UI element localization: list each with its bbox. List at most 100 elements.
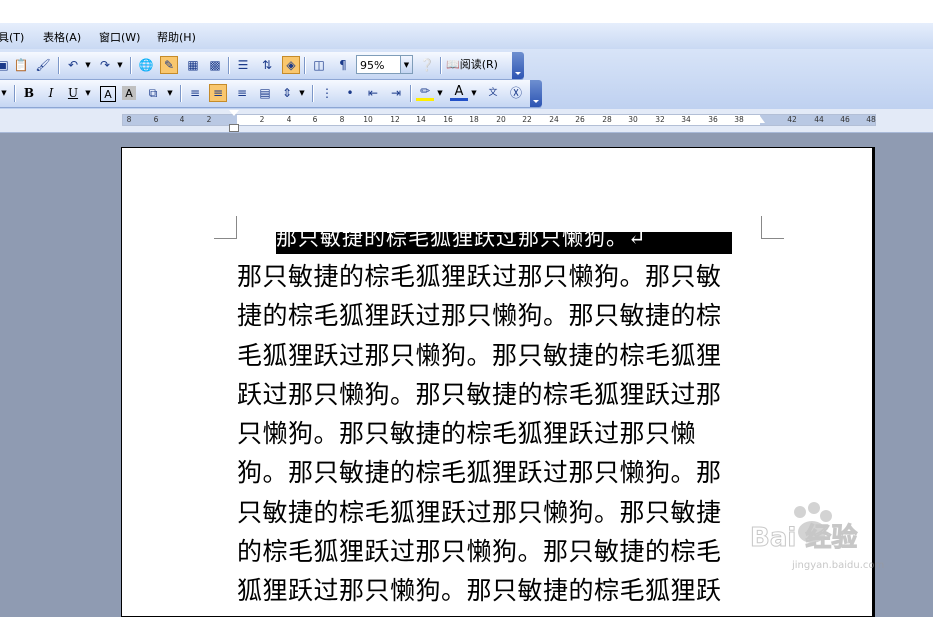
columns-icon[interactable]: ☰ — [234, 56, 252, 74]
right-indent-marker[interactable] — [755, 116, 765, 123]
insert-excel-icon[interactable]: ▩ — [206, 56, 224, 74]
insert-table-icon[interactable]: ▦ — [184, 56, 202, 74]
watermark-url: jingyan.baidu.com — [791, 560, 884, 571]
toolbar-options-icon[interactable] — [530, 80, 542, 107]
paragraph-marks-icon[interactable]: ¶ — [334, 56, 352, 74]
menu-table[interactable]: 表格(A) — [43, 29, 81, 45]
show-formatting-icon[interactable]: ◫ — [310, 56, 328, 74]
phonetic-guide-icon[interactable]: 文 — [484, 84, 502, 102]
book-icon: 📖 — [446, 58, 460, 71]
redo-dropdown-icon[interactable]: ▼ — [116, 56, 124, 74]
text-line: 跃过那只懒狗。那只敏捷的棕毛狐狸跃过那 — [237, 379, 722, 409]
undo-icon[interactable]: ↶ — [64, 56, 82, 74]
window-top-strip — [0, 0, 933, 23]
ruler-tick: 18 — [469, 115, 479, 124]
print-preview-icon[interactable]: ▣ — [0, 56, 12, 74]
ruler-tick: 48 — [866, 115, 876, 124]
format-painter-icon[interactable]: 🖌 — [34, 56, 52, 74]
margin-corner-top-right — [761, 216, 784, 239]
numbering-icon[interactable]: ⋮ — [318, 84, 336, 102]
enclose-characters-icon[interactable]: Ⓧ — [507, 84, 525, 102]
underline-button[interactable]: U — [64, 84, 82, 102]
underline-dropdown-icon[interactable]: ▼ — [84, 84, 92, 102]
ruler-tick: 8 — [126, 115, 132, 124]
highlight-dropdown-icon[interactable]: ▼ — [436, 84, 444, 102]
menu-help[interactable]: 帮助(H) — [157, 29, 196, 45]
text-line: 只敏捷的棕毛狐狸跃过那只懒狗。那只敏捷 — [237, 497, 722, 527]
paw-logo-icon: Bai 经验 jingyan.baidu.com — [750, 502, 884, 571]
char-shading-button[interactable]: A — [122, 86, 136, 100]
toolbar-separator — [228, 57, 230, 74]
justify-icon[interactable]: ▤ — [256, 84, 274, 102]
ruler-tick: 2 — [259, 115, 265, 124]
char-scale-icon[interactable]: ⧉ — [144, 84, 162, 102]
ruler-tick: 38 — [734, 115, 744, 124]
first-line-indent-marker[interactable] — [229, 110, 239, 116]
toolbar-separator — [58, 57, 60, 74]
ruler-tick: 2 — [206, 115, 212, 124]
line-spacing-dropdown-icon[interactable]: ▼ — [298, 84, 306, 102]
font-color-dropdown-icon[interactable]: ▼ — [470, 84, 478, 102]
toolbar-separator — [130, 57, 132, 74]
read-label: 阅读(R) — [459, 58, 498, 71]
ruler-tick: 12 — [390, 115, 400, 124]
bullets-icon[interactable]: • — [341, 84, 359, 102]
ruler-tick: 10 — [363, 115, 373, 124]
align-left-icon[interactable]: ≡ — [186, 84, 204, 102]
ruler-tick: 32 — [655, 115, 665, 124]
document-map-icon[interactable]: ◈ — [282, 56, 300, 74]
help-icon[interactable]: ❔ — [418, 56, 436, 74]
text-line: 毛狐狸跃过那只懒狗。那只敏捷的棕毛狐狸 — [237, 340, 722, 370]
ruler-tick: 44 — [814, 115, 824, 124]
redo-icon[interactable]: ↷ — [96, 56, 114, 74]
hyperlink-icon[interactable]: 🌐 — [137, 56, 155, 74]
margin-corner-top-left — [214, 216, 237, 239]
toolbar-separator — [304, 57, 306, 74]
ruler-tick: 20 — [496, 115, 506, 124]
text-line: 狗。那只敏捷的棕毛狐狸跃过那只懒狗。那 — [237, 458, 722, 488]
highlight-icon[interactable]: ✏ — [416, 84, 434, 101]
increase-indent-icon[interactable]: ⇥ — [387, 84, 405, 102]
font-size-dropdown-icon[interactable]: ▼ — [0, 84, 8, 102]
font-color-button[interactable]: A — [450, 84, 468, 101]
drawing-icon[interactable]: ⇅ — [258, 56, 276, 74]
tables-borders-icon[interactable]: ✎ — [160, 56, 178, 74]
align-center-icon[interactable]: ≡ — [209, 84, 227, 102]
bold-button[interactable]: B — [20, 84, 38, 102]
undo-dropdown-icon[interactable]: ▼ — [84, 56, 92, 74]
zoom-dropdown-icon[interactable]: ▼ — [400, 55, 413, 74]
ruler-tick: 24 — [549, 115, 559, 124]
text-line: 的棕毛狐狸跃过那只懒狗。那只敏捷的棕毛 — [237, 537, 722, 567]
char-border-button[interactable]: A — [100, 86, 116, 102]
ruler-tick: 16 — [443, 115, 453, 124]
text-line: 那只敏捷的棕毛狐狸跃过那只懒狗。那只敏 — [237, 262, 722, 291]
toolbar-options-icon[interactable] — [512, 52, 524, 79]
decrease-indent-icon[interactable]: ⇤ — [364, 84, 382, 102]
ruler-tick: 28 — [602, 115, 612, 124]
ruler-tick: 8 — [339, 115, 345, 124]
toolbar-separator — [440, 57, 442, 74]
toolbar-separator — [312, 85, 314, 102]
ruler-tick: 36 — [708, 115, 718, 124]
ruler-tick: 26 — [575, 115, 585, 124]
italic-button[interactable]: I — [42, 84, 60, 102]
document-body[interactable]: 那只敏捷的棕毛狐狸跃过那只懒狗。那只敏 捷的棕毛狐狸跃过那只懒狗。那只敏捷的棕 … — [237, 257, 767, 611]
ruler-tick: 34 — [681, 115, 691, 124]
toolbar-separator — [180, 85, 182, 102]
menu-window[interactable]: 窗口(W) — [99, 29, 140, 45]
char-scale-dropdown-icon[interactable]: ▼ — [166, 84, 174, 102]
selected-heading[interactable]: 那只敏捷的棕毛狐狸跃过那只懒狗。↵ — [276, 232, 732, 254]
ruler-tick: 14 — [416, 115, 426, 124]
standard-toolbar: ▣ 📋 🖌 ↶ ▼ ↷ ▼ 🌐 ✎ ▦ ▩ ☰ ⇅ ◈ ◫ ¶ 95% ▼ ❔ … — [0, 52, 524, 80]
line-spacing-icon[interactable]: ⇕ — [278, 84, 296, 102]
text-line: 狐狸跃过那只懒狗。那只敏捷的棕毛狐狸跃 — [237, 576, 722, 606]
left-indent-marker[interactable] — [229, 124, 239, 132]
ruler-tick: 42 — [787, 115, 797, 124]
ruler-tick: 46 — [840, 115, 850, 124]
menu-tools[interactable]: 具(T) — [0, 29, 24, 45]
align-right-icon[interactable]: ≡ — [233, 84, 251, 102]
read-button[interactable]: 📖阅读(R) — [446, 56, 498, 74]
heading-text: 那只敏捷的棕毛狐狸跃过那只懒狗。↵ — [276, 232, 647, 250]
paste-icon[interactable]: 📋 — [12, 56, 30, 74]
toolbar-separator — [14, 85, 16, 102]
